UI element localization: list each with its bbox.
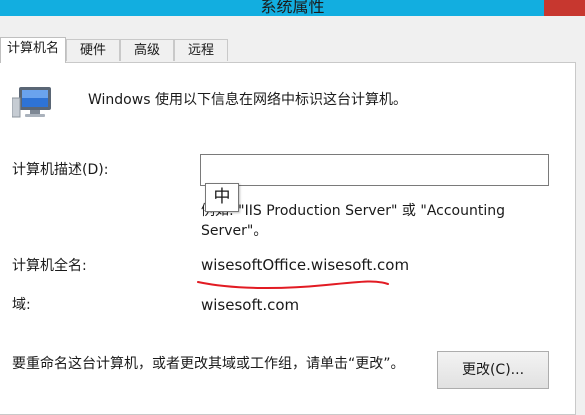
tab-label: 硬件 [79, 43, 106, 58]
domain-label: 域: [12, 297, 31, 313]
rename-help-text: 要重命名这台计算机，或者更改其域或工作组，请单击“更改”。 [12, 356, 405, 372]
computer-icon [12, 87, 51, 118]
tab-label: 计算机名 [6, 41, 59, 56]
domain-value: wisesoft.com [201, 296, 300, 314]
title-bar: 系统属性 [0, 0, 585, 16]
ime-indicator[interactable]: 中 [205, 183, 239, 212]
change-button[interactable]: 更改(C)... [437, 351, 549, 389]
red-underline-annotation [197, 280, 389, 290]
description-label: 计算机描述(D): [12, 162, 109, 178]
description-input[interactable] [200, 154, 549, 186]
tab-computer-name[interactable]: 计算机名 [0, 37, 66, 63]
tab-label: 高级 [133, 43, 160, 58]
tab-hardware[interactable]: 硬件 [66, 39, 120, 61]
intro-text: Windows 使用以下信息在网络中标识这台计算机。 [88, 92, 407, 108]
window-title: 系统属性 [260, 0, 325, 16]
full-name-label: 计算机全名: [12, 258, 87, 274]
tab-advanced[interactable]: 高级 [120, 39, 174, 61]
tab-label: 远程 [187, 43, 214, 58]
close-button[interactable] [544, 0, 585, 16]
example-text: 例如: "IIS Production Server" 或 "Accountin… [201, 203, 506, 239]
tab-remote[interactable]: 远程 [174, 39, 228, 61]
